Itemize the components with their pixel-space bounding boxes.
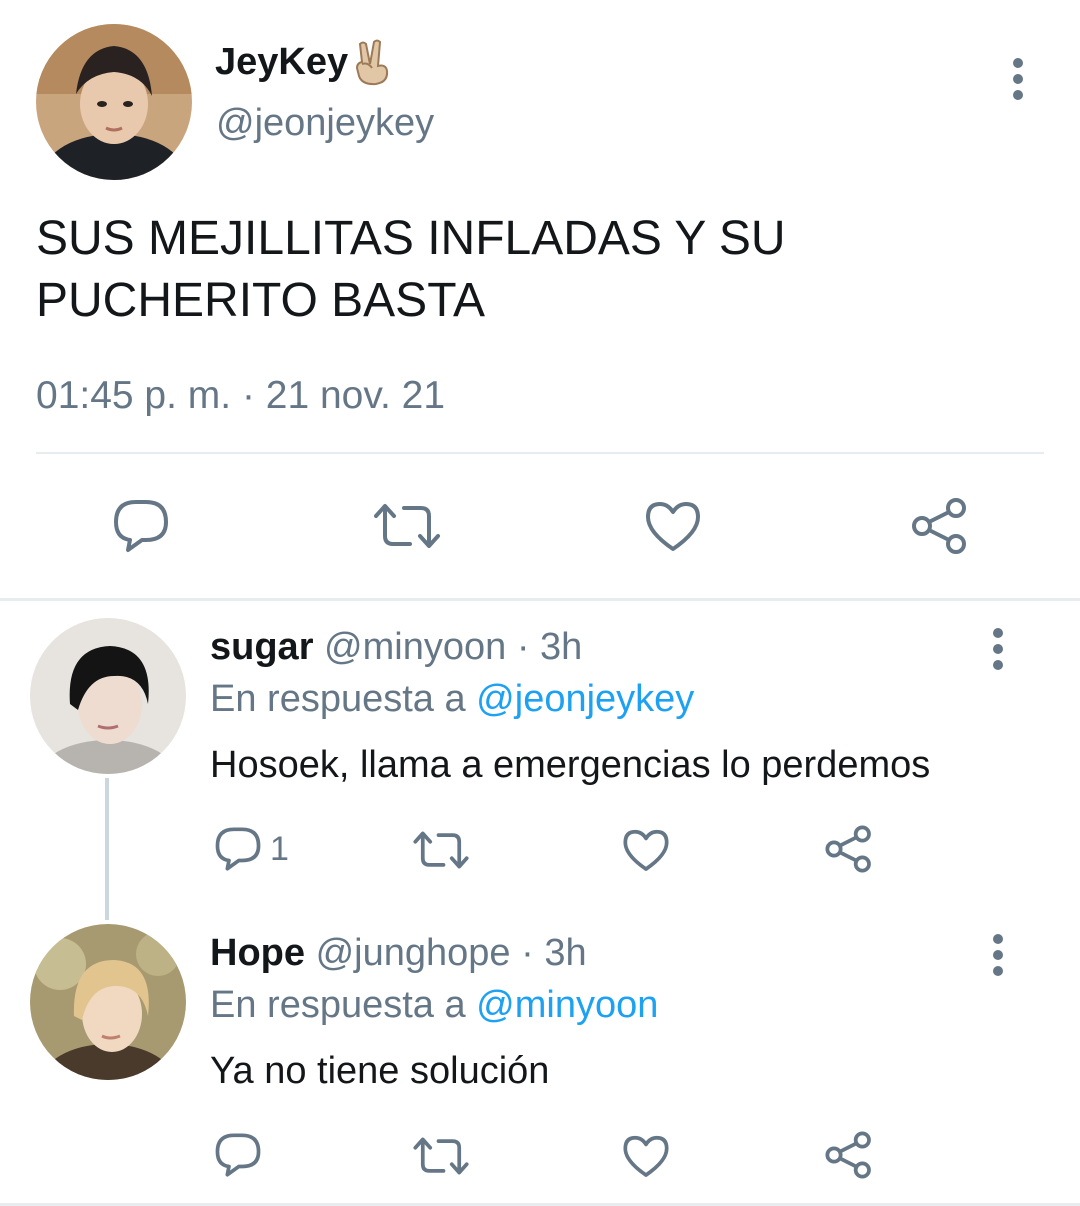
reply-2-reply-prefix: En respuesta a: [210, 984, 466, 1026]
reply-1-share-button[interactable]: [824, 824, 874, 874]
more-options-icon[interactable]: [1008, 58, 1028, 102]
reply-2-handle[interactable]: @junghope: [316, 932, 511, 974]
reply-1-reply-prefix: En respuesta a: [210, 678, 466, 720]
reply-1-avatar[interactable]: [30, 618, 186, 774]
reply-1-like-button[interactable]: [622, 828, 670, 872]
reply-1-separator: ·: [516, 626, 530, 668]
like-icon: [623, 1135, 669, 1177]
reply-icon: [215, 1133, 261, 1177]
victory-hand-emoji-icon: [350, 38, 394, 86]
share-icon: [912, 498, 966, 554]
reply-1-mention-link[interactable]: @jeonjeykey: [476, 678, 694, 720]
like-icon: [646, 502, 700, 551]
divider: [36, 452, 1044, 454]
reply-1-text: Hosoek, llama a emergencias lo perdemos: [210, 744, 931, 786]
retweet-icon: [413, 1137, 469, 1175]
author-name-text: JeyKey: [215, 40, 349, 83]
reply-2-header[interactable]: Hope @junghope · 3h: [210, 932, 587, 975]
share-icon: [825, 1131, 871, 1179]
reply-2-display-name[interactable]: Hope: [210, 932, 305, 974]
reply-2-avatar[interactable]: [30, 924, 186, 1080]
reply-2-like-button[interactable]: [622, 1134, 670, 1178]
tweet-text: SUS MEJILLITAS INFLADAS Y SU PUCHERITO B…: [36, 212, 786, 327]
reply-2-text: Ya no tiene solución: [210, 1050, 550, 1092]
reply-1-in-reply-to: En respuesta a @jeonjeykey: [210, 678, 694, 721]
reply-1-retweet-button[interactable]: [412, 830, 470, 870]
reply-1-reply-button[interactable]: 1: [214, 826, 289, 872]
author-handle[interactable]: @jeonjeykey: [216, 102, 434, 145]
reply-icon: [215, 827, 261, 871]
author-display-name[interactable]: JeyKey: [215, 38, 394, 86]
like-icon: [623, 829, 669, 871]
retweet-icon: [413, 831, 469, 869]
reply-icon: [114, 500, 168, 552]
retweet-icon: [374, 504, 440, 548]
reply-button[interactable]: [112, 498, 170, 554]
reply-1-age: 3h: [540, 626, 583, 668]
reply-2-retweet-button[interactable]: [412, 1136, 470, 1176]
reply-2-in-reply-to: En respuesta a @minyoon: [210, 984, 658, 1027]
reply-1-display-name[interactable]: sugar: [210, 626, 313, 668]
author-avatar[interactable]: [36, 24, 192, 180]
share-button[interactable]: [910, 496, 970, 556]
reply-2-separator: ·: [521, 932, 534, 974]
like-button[interactable]: [644, 500, 702, 552]
reply-1-reply-count: 1: [270, 829, 289, 868]
reply-1-header[interactable]: sugar @minyoon · 3h: [210, 626, 582, 669]
reply-2-reply-button[interactable]: [214, 1132, 270, 1178]
reply-2-mention-link[interactable]: @minyoon: [476, 984, 658, 1026]
reply-1-more-options-icon[interactable]: [988, 628, 1008, 672]
reply-1-handle[interactable]: @minyoon: [324, 626, 506, 668]
tweet-timestamp[interactable]: 01:45 p. m. · 21 nov. 21: [36, 374, 445, 418]
reply-2-share-button[interactable]: [824, 1130, 874, 1180]
section-divider: [0, 598, 1080, 601]
reply-2-more-options-icon[interactable]: [988, 934, 1008, 978]
share-icon: [825, 825, 871, 873]
reply-2-age: 3h: [544, 932, 587, 974]
thread-connector: [105, 778, 109, 920]
retweet-button[interactable]: [372, 502, 442, 550]
